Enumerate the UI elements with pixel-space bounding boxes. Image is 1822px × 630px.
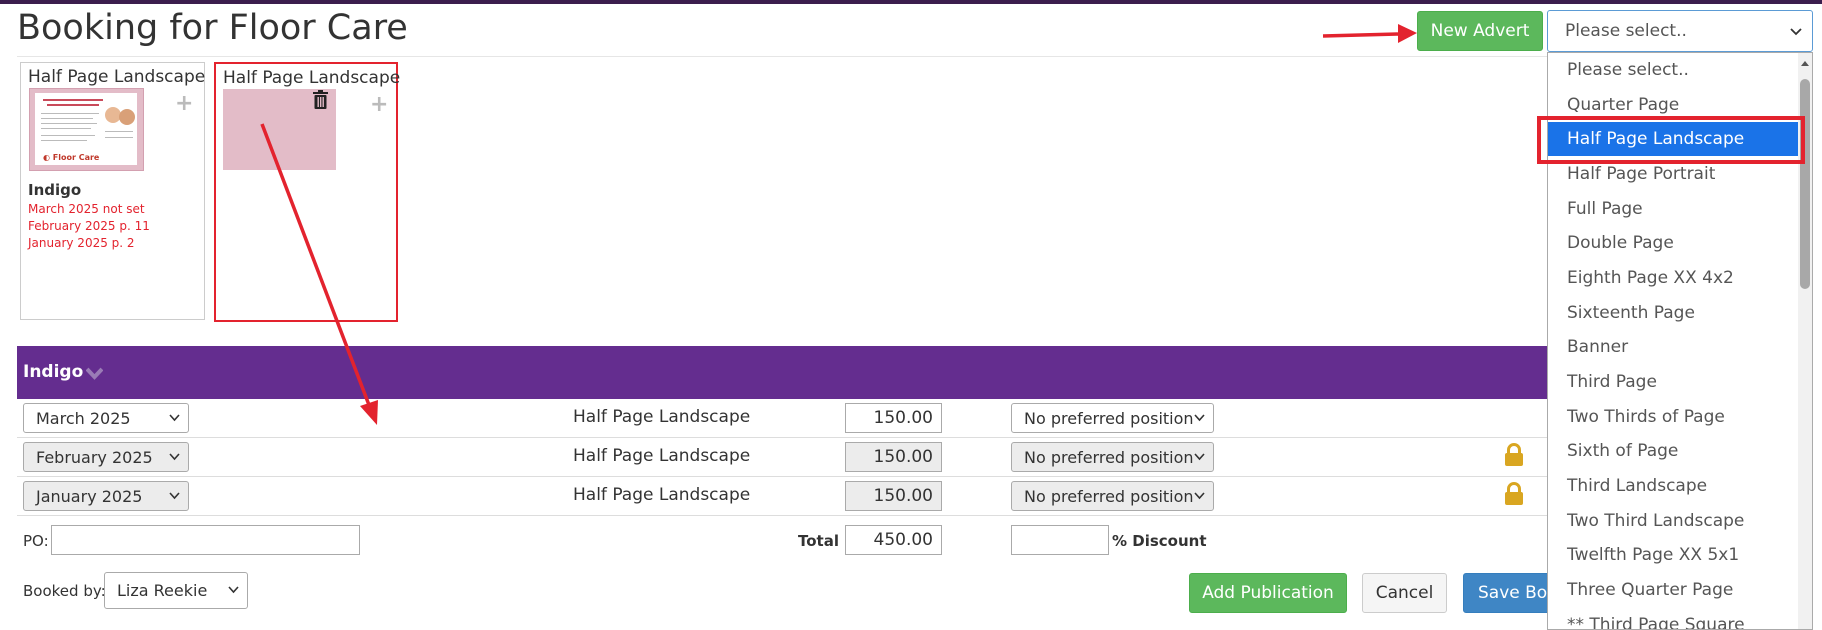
dropdown-option[interactable]: Third Page — [1548, 365, 1798, 399]
lock-icon — [1504, 443, 1524, 471]
chevron-down-icon — [1790, 28, 1802, 36]
dropdown-option[interactable]: Eighth Page XX 4x2 — [1548, 261, 1798, 295]
save-booking-button[interactable]: Save Booking — [1463, 573, 1553, 613]
plus-icon[interactable]: + — [175, 91, 193, 116]
scroll-up-icon[interactable] — [1800, 59, 1810, 67]
advert-type-label: Half Page Landscape — [28, 67, 206, 87]
dropdown-option[interactable]: Two Third Landscape — [1548, 504, 1798, 538]
advert-size-label: Half Page Landscape — [573, 446, 751, 466]
arrow-head — [1398, 24, 1417, 43]
month-select[interactable]: January 2025 — [23, 481, 189, 511]
po-label: PO: — [23, 532, 49, 550]
dropdown-option[interactable]: Two Thirds of Page — [1548, 400, 1798, 434]
top-bar — [0, 0, 1822, 4]
booking-row: March 2025 Half Page Landscape 150.00 No… — [17, 399, 1557, 438]
chevron-down-icon — [169, 414, 180, 422]
position-select[interactable]: No preferred position — [1011, 442, 1214, 472]
new-advert-button[interactable]: New Advert — [1417, 11, 1543, 51]
total-input[interactable]: 450.00 — [845, 525, 942, 555]
dropdown-scroll-thumb[interactable] — [1800, 79, 1810, 289]
dropdown-option[interactable]: ** Third Page Square — [1548, 608, 1798, 629]
advert-size-label: Half Page Landscape — [573, 407, 751, 427]
advert-booking-date: February 2025 p. 11 — [28, 219, 150, 233]
page-title: Booking for Floor Care — [17, 8, 408, 48]
total-label: Total — [798, 532, 839, 550]
chevron-down-icon — [228, 586, 239, 594]
dropdown-option[interactable]: Sixth of Page — [1548, 434, 1798, 468]
advert-thumbnail[interactable]: ◐ Floor Care — [29, 88, 144, 171]
month-select[interactable]: February 2025 — [23, 442, 189, 472]
advert-area: Half Page Landscape + ◐ Floor Care Indig… — [17, 56, 1557, 323]
advert-card-highlighted[interactable]: Half Page Landscape + — [214, 62, 401, 322]
advert-size-label: Half Page Landscape — [573, 485, 751, 505]
price-input[interactable]: 150.00 — [845, 481, 942, 511]
discount-label: % Discount — [1112, 532, 1207, 550]
dropdown-option[interactable]: Twelfth Page XX 5x1 — [1548, 538, 1798, 572]
dropdown-option[interactable]: Double Page — [1548, 226, 1798, 260]
position-select[interactable]: No preferred position — [1011, 403, 1214, 433]
dropdown-option[interactable]: Banner — [1548, 330, 1798, 364]
advert-publication-name: Indigo — [28, 181, 82, 199]
trash-icon[interactable] — [312, 90, 329, 113]
publication-name: Indigo — [23, 362, 84, 382]
advert-type-label: Half Page Landscape — [223, 68, 401, 88]
dropdown-option[interactable]: Full Page — [1548, 192, 1798, 226]
booked-by-select[interactable]: Liza Reekie — [104, 572, 248, 609]
chevron-down-icon[interactable] — [85, 365, 104, 384]
chevron-down-icon — [1194, 453, 1205, 461]
month-select[interactable]: March 2025 — [23, 403, 189, 433]
dropdown-option[interactable]: Third Landscape — [1548, 469, 1798, 503]
selected-option-highlight-box — [1537, 116, 1805, 164]
arrow-to-new-advert — [1322, 32, 1401, 38]
dropdown-option[interactable]: Please select.. — [1548, 53, 1798, 87]
price-input[interactable]: 150.00 — [845, 403, 942, 433]
advert-size-select[interactable]: Please select.. — [1547, 10, 1813, 52]
discount-input[interactable] — [1011, 525, 1109, 555]
po-input[interactable] — [51, 525, 360, 555]
advert-booking-date: March 2025 not set — [28, 202, 145, 216]
booked-by-label: Booked by: — [23, 582, 106, 600]
plus-icon[interactable]: + — [370, 92, 388, 117]
add-publication-button[interactable]: Add Publication — [1189, 573, 1347, 613]
position-select[interactable]: No preferred position — [1011, 481, 1214, 511]
advert-booking-date: January 2025 p. 2 — [28, 236, 135, 250]
dropdown-option[interactable]: Three Quarter Page — [1548, 573, 1798, 607]
dropdown-option[interactable]: Sixteenth Page — [1548, 296, 1798, 330]
chevron-down-icon — [169, 453, 180, 461]
price-input[interactable]: 150.00 — [845, 442, 942, 472]
lock-icon — [1504, 482, 1524, 510]
advert-card[interactable]: Half Page Landscape + ◐ Floor Care Indig… — [20, 62, 205, 320]
booking-row: February 2025 Half Page Landscape 150.00… — [17, 438, 1557, 477]
chevron-down-icon — [169, 492, 180, 500]
booking-row: January 2025 Half Page Landscape 150.00 … — [17, 477, 1557, 516]
publication-header[interactable]: Indigo — [17, 346, 1557, 399]
chevron-down-icon — [1194, 414, 1205, 422]
cancel-button[interactable]: Cancel — [1362, 573, 1447, 613]
chevron-down-icon — [1194, 492, 1205, 500]
